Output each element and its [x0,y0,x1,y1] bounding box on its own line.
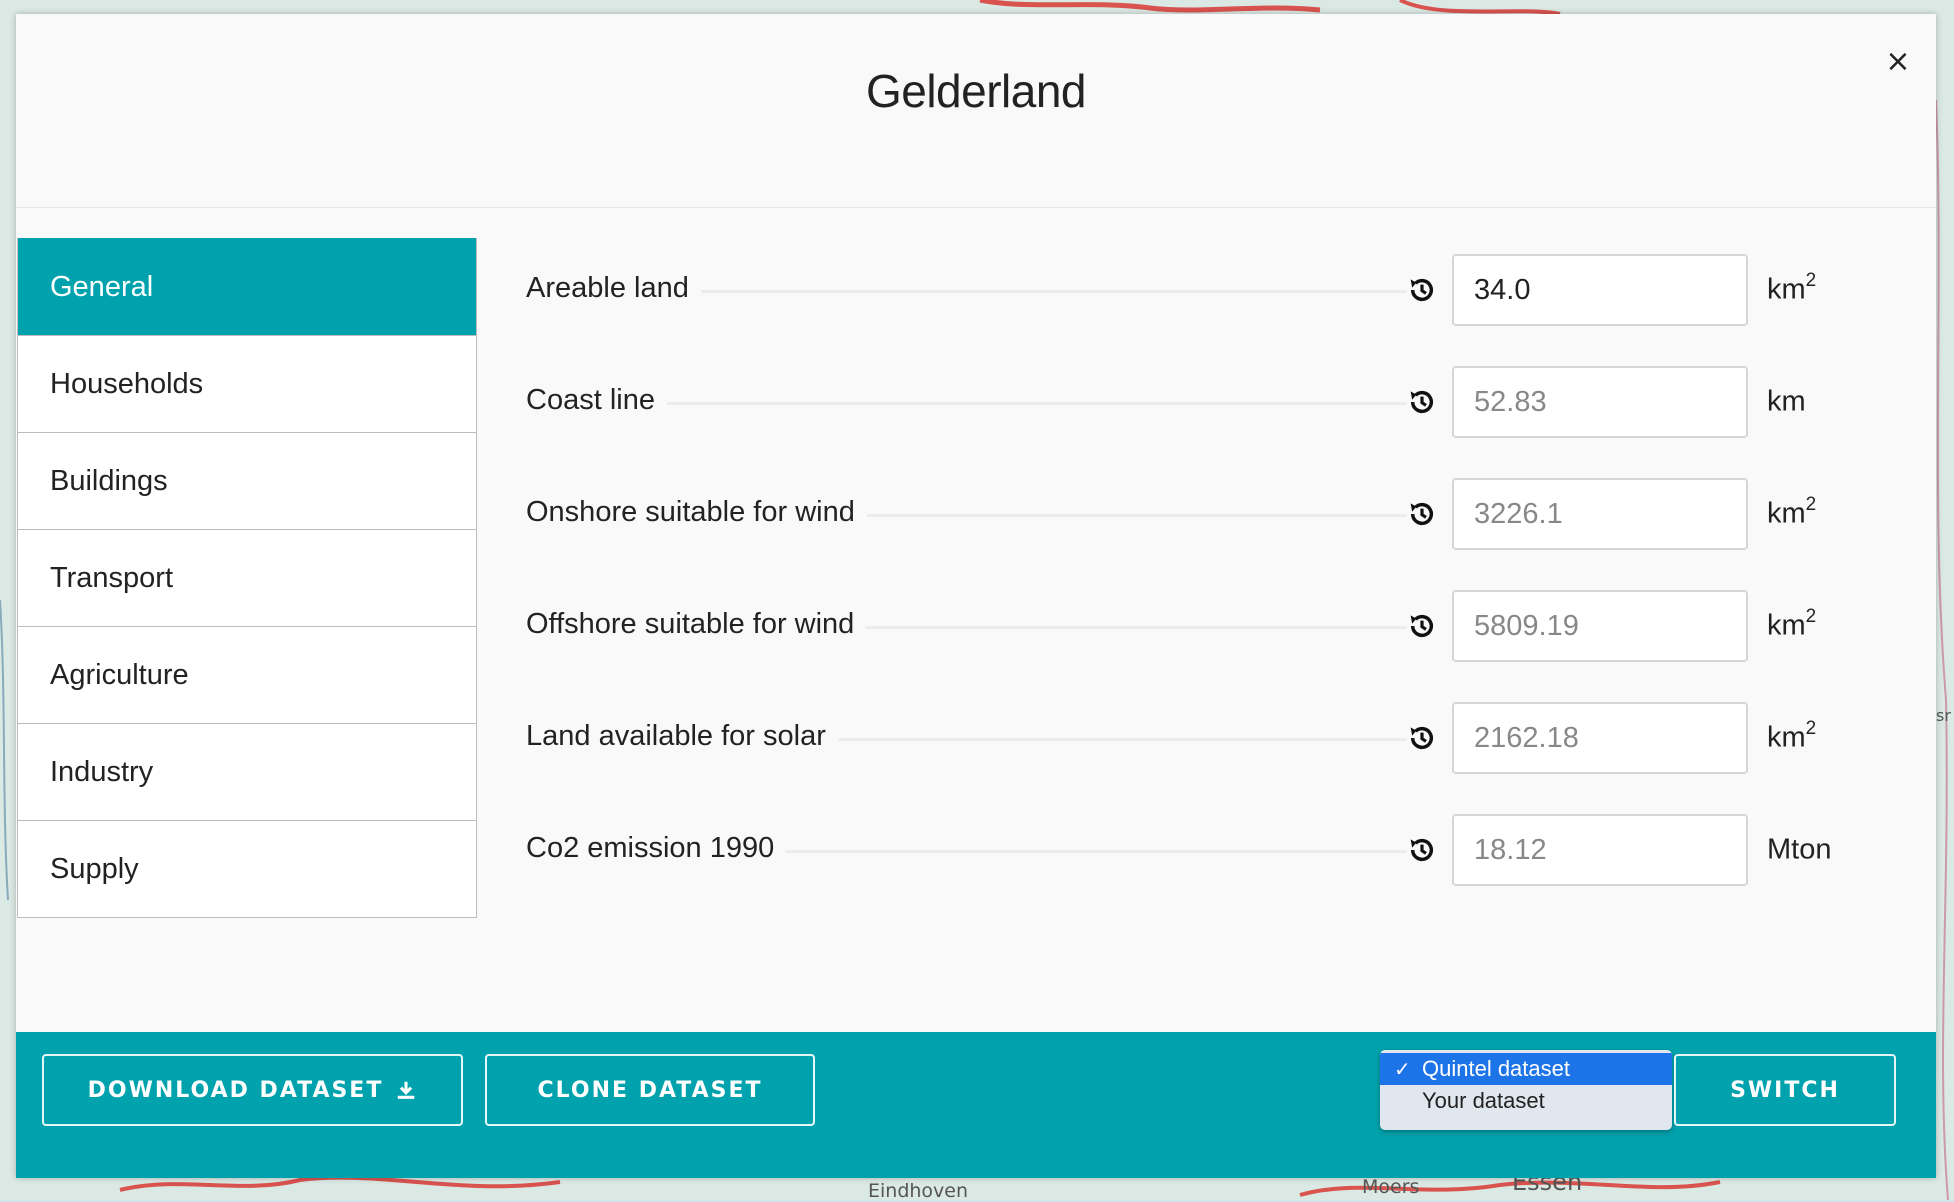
onshore-wind-input[interactable] [1452,478,1748,550]
clone-dataset-button[interactable]: CLONE DATASET [485,1054,815,1126]
close-icon[interactable]: × [1878,42,1918,82]
field-row-co2-emission: Co2 emission 1990 Mton [526,814,1926,926]
sidebar-item-agriculture[interactable]: Agriculture [18,626,476,723]
field-row-onshore-wind: Onshore suitable for wind km2 [526,478,1926,590]
field-label: Co2 emission 1990 [526,832,787,865]
unit-label: Mton [1767,833,1832,866]
unit-label: km2 [1767,606,1817,642]
reset-history-icon[interactable] [1406,498,1438,530]
sidebar-item-general[interactable]: General [18,238,476,335]
sidebar-item-households[interactable]: Households [18,335,476,432]
reset-history-icon[interactable] [1406,274,1438,306]
reset-history-icon[interactable] [1406,386,1438,418]
field-row-offshore-wind: Offshore suitable for wind km2 [526,590,1926,702]
reset-history-icon[interactable] [1406,610,1438,642]
areable-land-input[interactable] [1452,254,1748,326]
modal-title: Gelderland [865,65,1087,117]
field-row-areable-land: Areable land km2 [526,254,1926,366]
co2-emission-input[interactable] [1452,814,1748,886]
download-icon [398,1081,415,1099]
check-icon: ✓ [1394,1057,1411,1081]
dataset-select[interactable]: ✓ Quintel dataset Your dataset [1380,1050,1672,1130]
category-sidebar: General Households Buildings Transport A… [17,238,477,918]
field-row-solar-land: Land available for solar km2 [526,702,1926,814]
switch-button[interactable]: SWITCH [1674,1054,1896,1126]
map-label-partial: sr [1936,706,1951,725]
reset-history-icon[interactable] [1406,722,1438,754]
field-row-coast-line: Coast line km [526,366,1926,478]
field-label: Land available for solar [526,720,838,753]
solar-land-input[interactable] [1452,702,1748,774]
field-label: Areable land [526,272,701,305]
map-label-moers: Moers [1362,1176,1420,1198]
unit-label: km2 [1767,718,1817,754]
map-label-eindhoven: Eindhoven [868,1180,969,1202]
coast-line-input[interactable] [1452,366,1748,438]
modal-footer: DOWNLOAD DATASET CLONE DATASET ✓ Quintel… [16,1032,1936,1178]
download-dataset-button[interactable]: DOWNLOAD DATASET [42,1054,463,1126]
unit-label: km2 [1767,270,1817,306]
unit-label: km [1767,385,1806,418]
dataset-option-quintel[interactable]: ✓ Quintel dataset [1380,1053,1672,1085]
dataset-modal: Gelderland × General Households Building… [16,14,1936,1178]
field-label: Coast line [526,384,667,417]
field-list: Areable land km2 Coast line km Onsho [526,254,1926,926]
download-label: DOWNLOAD DATASET [87,1077,384,1103]
modal-header: Gelderland × [16,14,1936,208]
offshore-wind-input[interactable] [1452,590,1748,662]
sidebar-item-transport[interactable]: Transport [18,529,476,626]
unit-label: km2 [1767,494,1817,530]
sidebar-item-supply[interactable]: Supply [18,820,476,917]
sidebar-item-industry[interactable]: Industry [18,723,476,820]
dataset-option-yours[interactable]: Your dataset [1380,1085,1672,1117]
reset-history-icon[interactable] [1406,834,1438,866]
sidebar-item-buildings[interactable]: Buildings [18,432,476,529]
field-label: Offshore suitable for wind [526,608,867,641]
field-label: Onshore suitable for wind [526,496,867,529]
